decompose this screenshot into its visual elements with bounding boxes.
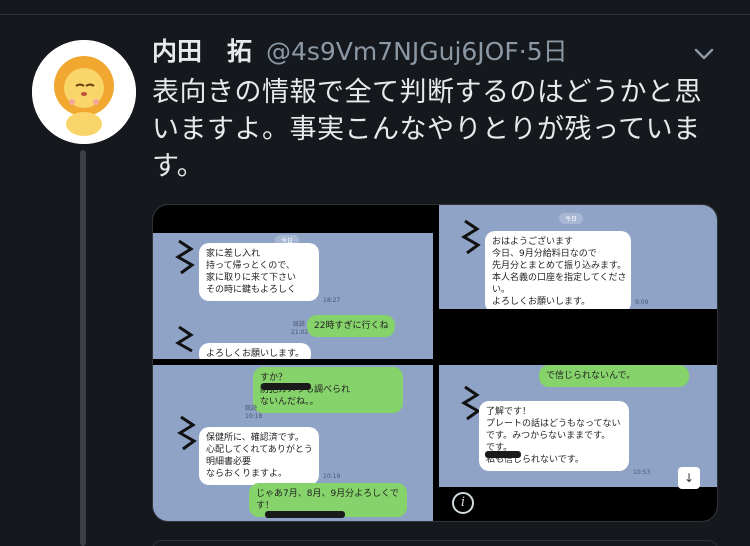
top-divider <box>0 14 750 15</box>
bubble-line: おはようございます <box>492 237 574 247</box>
sent-bubble: で信じられないんで。 <box>539 365 689 387</box>
tweet-time[interactable]: 5日 <box>527 37 568 66</box>
read-label: 既読 <box>245 405 258 412</box>
separator-dot: · <box>518 37 527 66</box>
redaction-mark <box>485 451 521 458</box>
bubble-line: 家に取りに来て下さい <box>206 273 297 283</box>
bubble-line: 保健所に、確認済です。 <box>206 433 304 443</box>
bubble-line: 本人名義の口座を指定してくださ <box>492 273 627 283</box>
sent-bubble: すか？ 防犯カメラも調べられ ないんだね。。 <box>253 367 403 413</box>
bubble-line: 先月分とまとめて振り込みます。 <box>492 261 627 271</box>
bubble-line: プレートの話はどうもなってない <box>486 419 621 429</box>
bubble-line: よろしくお願いします。 <box>206 349 305 359</box>
lion-avatar-icon[interactable] <box>32 40 136 144</box>
green-text: で信じられないんで。 <box>546 371 636 381</box>
bubble-line: 今日、9月分給料日なので <box>492 249 597 259</box>
message-time: 18:27 <box>323 297 341 304</box>
tweet-text-line: いますよ。事実こんなやりとりが残っていま <box>152 114 701 145</box>
chat-bubble: 家に差し入れ 持って帰っとくので、 家に取りに来て下さい その時に鍵もよろしく <box>199 243 319 301</box>
bubble-line: 家に差し入れ <box>206 249 261 259</box>
message-time: 21:02 <box>291 329 309 336</box>
tweet-text-line: 表向きの情報で全て判断するのはどうかと思 <box>152 77 702 108</box>
chat-bubble: おはようございます 今日、9月分給料日なので 先月分とまとめて振り込みます。 本… <box>485 231 631 313</box>
media-grid[interactable]: 今日 家に差し入れ 持って帰っとくので、 家に取りに来て下さい その時に鍵もよろ… <box>152 204 718 522</box>
chat-bubble: 保健所に、確認済です。 心配してくれてありがとう 明細書必要 ならおくりますよ。 <box>199 427 319 485</box>
bubble-line: ならおくりますよ。 <box>206 469 288 479</box>
tweet-header: 内田 拓 @4s9Vm7NJGuj6JOF·5日 <box>152 36 712 68</box>
quoted-card-edge <box>152 540 718 546</box>
date-pill: 今日 <box>559 213 584 224</box>
thread-line <box>80 150 86 546</box>
scribble-redaction-icon <box>461 219 481 255</box>
user-handle[interactable]: @4s9Vm7NJGuj6JOF <box>266 37 519 66</box>
black-bar <box>439 309 717 359</box>
screenshot-1[interactable]: 今日 家に差し入れ 持って帰っとくので、 家に取りに来て下さい その時に鍵もよろ… <box>153 205 433 359</box>
tweet-text: 表向きの情報で全て判断するのはどうかと思 いますよ。事実こんなやりとりが残ってい… <box>152 74 727 185</box>
bubble-line: よろしくお願いします。 <box>492 297 591 307</box>
screenshot-2[interactable]: 今日 おはようございます 今日、9月分給料日なので 先月分とまとめて振り込みます… <box>439 205 717 359</box>
screenshot-3[interactable]: すか？ 防犯カメラも調べられ ないんだね。。 既読 10:18 保健所に、確認済… <box>153 365 433 521</box>
screenshot-4[interactable]: で信じられないんで。 了解です！ プレートの話はどうもなってない です。みつから… <box>439 365 717 521</box>
sent-bubble: 22時すぎに行くね <box>307 315 396 337</box>
bubble-line: 持って帰っとくので、 <box>206 261 295 271</box>
message-time: 9:09 <box>635 299 649 306</box>
black-bar <box>153 205 433 233</box>
chat-bubble: 了解です！ プレートの話はどうもなってない です。みつからないままです。 です。… <box>479 401 629 471</box>
green-text: 22時すぎに行くね <box>314 321 389 331</box>
tweet-text-line: す。 <box>152 151 205 182</box>
green-text: じゃあ7月、8月、9月分よろしくで <box>256 489 399 499</box>
redaction-mark <box>265 511 345 518</box>
chevron-down-icon[interactable] <box>690 40 718 68</box>
bubble-line: です。みつからないままです。 <box>486 431 611 441</box>
black-bar <box>439 487 717 521</box>
message-time: 10:53 <box>633 469 651 476</box>
redaction-mark <box>261 383 311 390</box>
display-name[interactable]: 内田 拓 <box>152 37 252 66</box>
bubble-line: 心配してくれてありがとう <box>206 445 313 455</box>
read-label: 既読 <box>293 321 306 328</box>
bubble-line: その時に鍵もよろしく <box>206 285 297 295</box>
bubble-line: 明細書必要 <box>206 457 252 467</box>
arrow-down-icon[interactable]: ↓ <box>678 467 700 489</box>
chat-bubble: よろしくお願いします。 <box>199 343 312 359</box>
scribble-redaction-icon <box>177 415 197 451</box>
message-time: 10:18 <box>245 413 263 420</box>
info-icon[interactable]: i <box>452 492 474 514</box>
message-time: 10:19 <box>323 473 341 480</box>
bubble-line: い。 <box>492 285 511 295</box>
scribble-redaction-icon <box>175 239 195 275</box>
scribble-redaction-icon <box>461 385 481 421</box>
bubble-line: 了解です！ <box>486 407 532 417</box>
green-text: ないんだね。。 <box>260 397 319 407</box>
scribble-redaction-icon <box>175 325 194 353</box>
